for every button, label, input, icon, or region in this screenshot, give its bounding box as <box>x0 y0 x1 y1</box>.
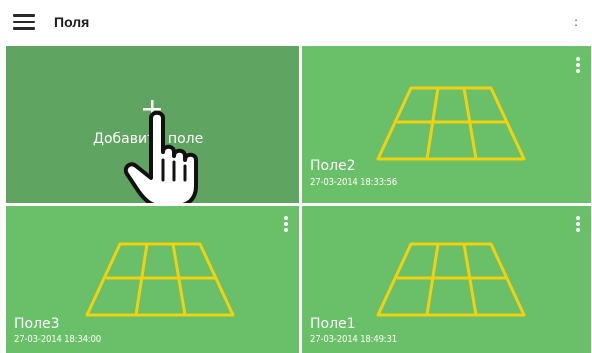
more-vertical-icon[interactable] <box>573 56 583 76</box>
field-grid-icon <box>85 242 235 317</box>
field-tile[interactable]: Поле3 27-03-2014 18:34:00 <box>6 206 299 353</box>
page-title: Поля <box>54 14 90 30</box>
more-vertical-icon[interactable] <box>281 215 291 235</box>
fields-grid: Добавить поле Поле2 27-03-2014 18:33:56 <box>6 46 591 353</box>
field-tile[interactable]: Поле2 27-03-2014 18:33:56 <box>302 46 591 203</box>
field-grid-icon <box>376 242 526 317</box>
field-name: Поле3 <box>14 316 60 332</box>
app-window: Поля : Добавить поле Поле2 27-03-2014 18… <box>0 0 592 353</box>
field-date: 27-03-2014 18:33:56 <box>310 177 397 188</box>
field-date: 27-03-2014 18:34:00 <box>14 334 101 345</box>
field-name: Поле1 <box>310 316 356 332</box>
add-field-tile[interactable]: Добавить поле <box>6 46 299 203</box>
field-name: Поле2 <box>310 158 356 174</box>
hand-pointer-icon <box>123 110 198 203</box>
hamburger-menu-icon[interactable] <box>13 14 35 30</box>
field-date: 27-03-2014 18:49:31 <box>310 334 397 345</box>
field-grid-icon <box>376 86 526 161</box>
app-bar: Поля : <box>0 0 592 44</box>
more-vertical-icon[interactable]: : <box>572 12 580 32</box>
field-tile[interactable]: Поле1 27-03-2014 18:49:31 <box>302 206 591 353</box>
more-vertical-icon[interactable] <box>573 215 583 235</box>
